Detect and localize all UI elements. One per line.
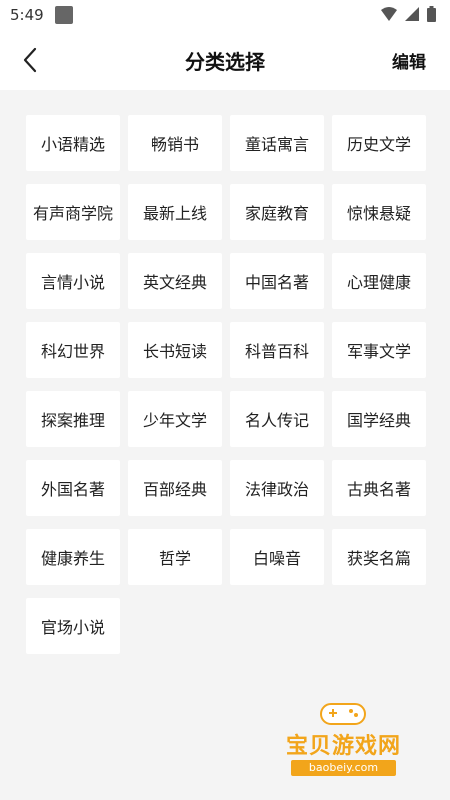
category-button[interactable]: 少年文学	[128, 391, 222, 447]
category-button[interactable]: 心理健康	[332, 253, 426, 309]
category-button[interactable]: 外国名著	[26, 460, 120, 516]
gamepad-icon	[320, 703, 366, 725]
title-bar: 分类选择 编辑	[0, 30, 450, 90]
category-button[interactable]: 哲学	[128, 529, 222, 585]
category-button[interactable]: 军事文学	[332, 322, 426, 378]
watermark: 宝贝游戏网 baobeiy.com	[271, 698, 416, 778]
category-button[interactable]: 探案推理	[26, 391, 120, 447]
status-time: 5:49	[10, 6, 44, 24]
watermark-url: baobeiy.com	[291, 760, 396, 776]
category-button[interactable]: 长书短读	[128, 322, 222, 378]
edit-button[interactable]: 编辑	[392, 48, 426, 73]
category-button[interactable]: 获奖名篇	[332, 529, 426, 585]
category-button[interactable]: 惊悚悬疑	[332, 184, 426, 240]
category-button[interactable]: 中国名著	[230, 253, 324, 309]
category-button[interactable]: 最新上线	[128, 184, 222, 240]
category-button[interactable]: 官场小说	[26, 598, 120, 654]
page-title: 分类选择	[185, 50, 265, 74]
status-icons	[381, 6, 436, 22]
category-button[interactable]: 白噪音	[230, 529, 324, 585]
signal-icon	[405, 7, 419, 21]
notification-icon	[55, 6, 73, 24]
category-button[interactable]: 小语精选	[26, 115, 120, 171]
category-button[interactable]: 童话寓言	[230, 115, 324, 171]
category-grid: 小语精选 畅销书 童话寓言 历史文学有声商学院 最新上线 家庭教育 惊悚悬疑言情小说 英文经典…	[26, 115, 426, 654]
wifi-icon	[381, 7, 397, 21]
category-button[interactable]: 名人传记	[230, 391, 324, 447]
category-button[interactable]: 历史文学	[332, 115, 426, 171]
category-button[interactable]: 法律政治	[230, 460, 324, 516]
category-button[interactable]: 畅销书	[128, 115, 222, 171]
category-button[interactable]: 言情小说	[26, 253, 120, 309]
category-button[interactable]: 有声商学院	[26, 184, 120, 240]
category-button[interactable]: 健康养生	[26, 529, 120, 585]
category-button[interactable]: 古典名著	[332, 460, 426, 516]
category-content: 小语精选 畅销书 童话寓言 历史文学有声商学院 最新上线 家庭教育 惊悚悬疑言情小说 英文经典…	[0, 90, 450, 800]
watermark-text: 宝贝游戏网	[285, 734, 401, 759]
category-button[interactable]: 科幻世界	[26, 322, 120, 378]
category-button[interactable]: 家庭教育	[230, 184, 324, 240]
category-button[interactable]: 英文经典	[128, 253, 222, 309]
category-button[interactable]: 科普百科	[230, 322, 324, 378]
category-button[interactable]: 国学经典	[332, 391, 426, 447]
battery-icon	[427, 6, 436, 22]
category-button[interactable]: 百部经典	[128, 460, 222, 516]
status-bar: 5:49	[0, 0, 450, 30]
